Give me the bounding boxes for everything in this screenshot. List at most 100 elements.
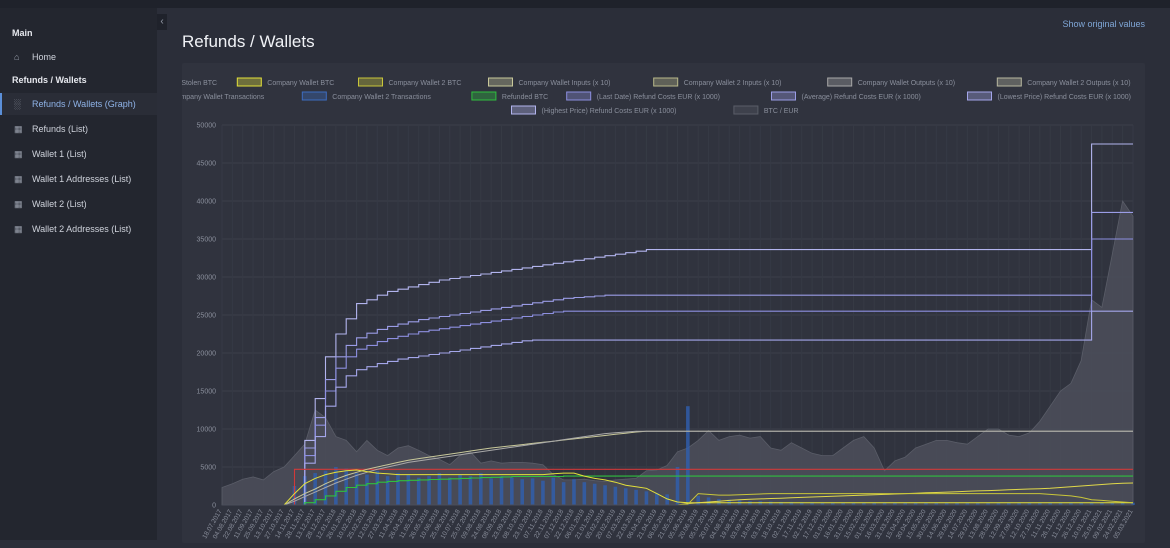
transaction-bar: [375, 470, 380, 505]
legend-item: Company Wallet Transactions: [141, 91, 265, 101]
legend-item: (Average) Refund Costs EUR (x 1000): [771, 91, 921, 101]
transaction-bar: [717, 498, 721, 505]
legend-item: (Last Date) Refund Costs EUR (x 1000): [566, 91, 720, 101]
transaction-bar: [499, 476, 504, 505]
transaction-bar: [468, 476, 473, 505]
transaction-bar: [613, 486, 618, 505]
transaction-bar: [416, 477, 421, 505]
sidebar-item-label: Wallet 1 Addresses (List): [32, 174, 132, 184]
y-tick-label: 0: [212, 503, 216, 510]
legend-label: Company Wallet Transactions: [182, 94, 265, 101]
transaction-bar: [489, 478, 493, 505]
home-icon: ⌂: [14, 52, 20, 62]
transaction-bar: [396, 473, 400, 505]
transaction-bar: [406, 474, 411, 505]
transaction-bar: [582, 482, 587, 505]
legend-label: (Last Date) Refund Costs EUR (x 1000): [597, 94, 720, 101]
transaction-bar: [696, 495, 700, 505]
legend-swatch: [488, 77, 513, 87]
transaction-bar: [385, 476, 390, 505]
sidebar-item-label: Refunds (List): [32, 124, 89, 134]
transaction-bar: [675, 467, 680, 505]
transaction-bar: [634, 489, 638, 505]
y-tick-label: 20000: [197, 351, 217, 358]
sidebar-item-refunds-graph[interactable]: ░ Refunds / Wallets (Graph): [0, 93, 157, 115]
legend-swatch: [566, 91, 592, 101]
list-icon: ▦: [14, 149, 23, 159]
sidebar-item-wallet2-addresses[interactable]: ▦ Wallet 2 Addresses (List): [0, 218, 157, 240]
chart-card: Stolen BTC Company Wallet BTC Company Wall…: [141, 63, 1145, 543]
sidebar-item-wallet1-list[interactable]: ▦ Wallet 1 (List): [0, 143, 157, 165]
sidebar-item-wallet1-addresses[interactable]: ▦ Wallet 1 Addresses (List): [0, 168, 157, 190]
list-icon: ▦: [14, 199, 23, 209]
legend-swatch: [471, 91, 497, 101]
sidebar-item-label: Wallet 2 Addresses (List): [32, 224, 132, 234]
y-tick-label: 25000: [197, 313, 217, 320]
transaction-bar: [572, 479, 576, 505]
sidebar-section-refunds: Refunds / Wallets: [12, 75, 87, 85]
legend-label: Company Wallet Inputs (x 10): [519, 80, 611, 87]
transaction-bar: [354, 473, 359, 505]
transaction-bar: [644, 491, 649, 505]
transaction-bar: [365, 474, 369, 505]
list-icon: ▦: [14, 124, 23, 134]
transaction-bar: [447, 477, 452, 505]
sidebar-item-label: Wallet 2 (List): [32, 199, 87, 209]
y-tick-label: 15000: [197, 389, 217, 396]
sidebar-item-refunds-list[interactable]: ▦ Refunds (List): [0, 118, 157, 140]
sidebar-item-label: Refunds / Wallets (Graph): [32, 99, 136, 109]
legend-swatch: [733, 105, 759, 115]
sidebar-item-home[interactable]: ⌂ Home: [0, 46, 157, 68]
legend-item: (Highest Price) Refund Costs EUR (x 1000…: [511, 105, 677, 115]
y-tick-label: 30000: [197, 275, 217, 282]
legend-label: Company Wallet BTC: [267, 80, 334, 87]
legend-label: BTC / EUR: [764, 108, 799, 115]
legend-item: Company Wallet 2 Outputs (x 10): [996, 77, 1131, 87]
sidebar-item-wallet2-list[interactable]: ▦ Wallet 2 (List): [0, 193, 157, 215]
show-original-values-link[interactable]: Show original values: [1062, 19, 1145, 29]
legend-label: Company Wallet 2 Outputs (x 10): [1027, 80, 1130, 87]
legend-label: Company Wallet 2 BTC: [389, 80, 462, 87]
legend-swatch: [511, 105, 536, 115]
sidebar: Main ⌂ Home Refunds / Wallets ░ Refunds …: [0, 8, 157, 540]
legend-swatch: [236, 77, 262, 87]
transaction-bar: [510, 477, 514, 505]
legend-item: Stolen BTC: [150, 77, 217, 87]
legend-item: Company Wallet 2 BTC: [358, 77, 462, 87]
sidebar-section-main: Main: [12, 28, 33, 38]
legend-swatch: [301, 91, 327, 101]
y-tick-label: 35000: [197, 237, 217, 244]
list-icon: ▦: [14, 174, 23, 184]
legend-label: (Highest Price) Refund Costs EUR (x 1000…: [542, 108, 677, 115]
legend-label: Company Wallet 2 Inputs (x 10): [684, 80, 782, 87]
legend-item: Company Wallet 2 Transactions: [301, 91, 431, 101]
transaction-bar: [603, 485, 607, 505]
list-icon: ▦: [14, 224, 23, 234]
legend-label: Refunded BTC: [502, 94, 548, 101]
chart-icon: ░: [14, 99, 21, 109]
main-content: Show original values Refunds / Wallets S…: [141, 8, 1170, 543]
legend-item: Refunded BTC: [471, 91, 548, 101]
legend-label: Stolen BTC: [182, 80, 217, 87]
legend-label: (Average) Refund Costs EUR (x 1000): [802, 94, 921, 101]
legend-label: Company Wallet Outputs (x 10): [858, 80, 955, 87]
sidebar-item-label: Wallet 1 (List): [32, 149, 87, 159]
transaction-bar: [530, 478, 535, 505]
legend-swatch: [653, 77, 679, 87]
top-bar: [0, 0, 1170, 8]
legend-item: Company Wallet 2 Inputs (x 10): [653, 77, 782, 87]
legend-label: (Lowest Price) Refund Costs EUR (x 1000): [998, 94, 1131, 101]
transaction-bar: [344, 468, 349, 505]
y-tick-label: 40000: [197, 199, 217, 206]
legend-swatch: [996, 77, 1022, 87]
legend-label: Company Wallet 2 Transactions: [332, 94, 431, 101]
transaction-bar: [623, 488, 628, 505]
y-tick-label: 50000: [197, 123, 217, 130]
legend-item: Company Wallet BTC: [236, 77, 334, 87]
transaction-bar: [427, 476, 431, 505]
y-tick-label: 45000: [197, 161, 217, 168]
refunds-wallets-chart: Stolen BTC Company Wallet BTC Company Wall…: [141, 77, 1135, 540]
legend-swatch: [358, 77, 383, 87]
legend-swatch: [827, 77, 853, 87]
transaction-bar: [551, 477, 556, 505]
